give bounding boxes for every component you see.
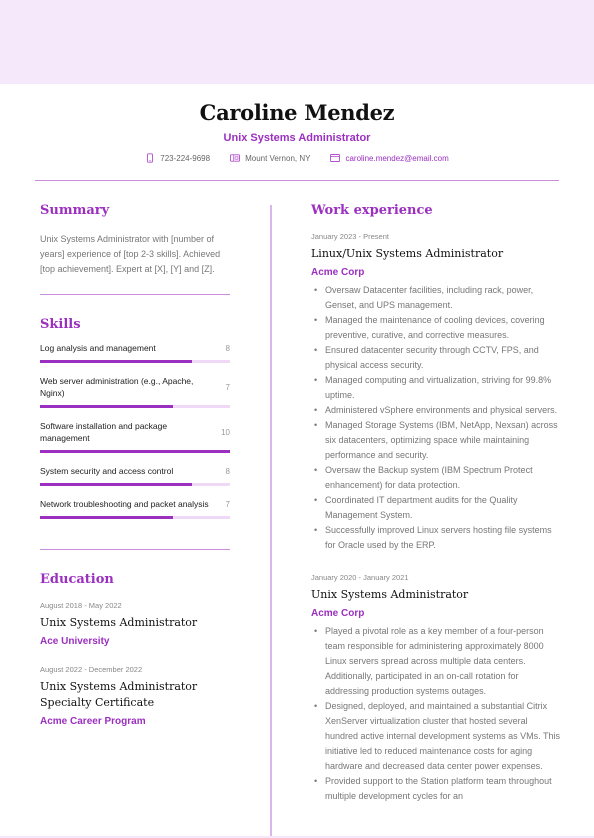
work-date: January 2023 - Present (311, 232, 389, 241)
education-entry: August 2022 - December 2022 Unix Systems… (40, 665, 230, 727)
education-degree: Unix Systems Administrator (40, 616, 198, 629)
work-bullet: Managed the maintenance of cooling devic… (311, 313, 561, 343)
work-bullet: Managed computing and virtualization, st… (311, 373, 561, 403)
skill-bar-fill (40, 450, 230, 453)
work-bullet: Designed, deployed, and maintained a sub… (311, 699, 561, 774)
right-column: Work experience January 2023 - Present L… (311, 203, 561, 804)
skills-list: Log analysis and management 8 Web server … (40, 342, 230, 519)
phone-number: 723-224-9698 (160, 153, 211, 163)
work-bullet: Coordinated IT department audits for the… (311, 493, 561, 523)
skill-name: Network troubleshooting and packet analy… (40, 499, 209, 509)
work-bullet: Provided support to the Station platform… (311, 774, 561, 804)
skill-bar (40, 405, 230, 408)
summary-heading: Summary (40, 203, 110, 218)
summary-text: Unix Systems Administrator with [number … (40, 234, 221, 274)
work-company: Acme Corp (311, 608, 365, 619)
work-bullet: Successfully improved Linux servers host… (311, 523, 561, 553)
skill-item: Web server administration (e.g., Apache,… (40, 375, 230, 408)
phone-icon (147, 153, 154, 163)
work-company: Acme Corp (311, 267, 365, 278)
work-heading: Work experience (311, 203, 433, 218)
work-role: Unix Systems Administrator (311, 588, 469, 601)
skill-bar (40, 360, 230, 363)
skill-level: 8 (225, 343, 230, 353)
education-school: Acme Career Program (40, 716, 146, 727)
skill-bar-fill (40, 405, 173, 408)
skills-heading: Skills (40, 317, 81, 332)
location: Mount Vernon, NY (245, 153, 311, 163)
candidate-name: Caroline Mendez (199, 100, 395, 125)
work-entry: January 2023 - Present Linux/Unix System… (311, 232, 561, 553)
education-section: Education August 2018 - May 2022 Unix Sy… (40, 572, 230, 727)
work-date: January 2020 - January 2021 (311, 573, 409, 582)
work-bullets: Played a pivotal role as a key member of… (311, 624, 561, 804)
candidate-title: Unix Systems Administrator (223, 132, 371, 144)
skill-name: Log analysis and management (40, 343, 156, 353)
skill-level: 7 (225, 382, 230, 392)
work-bullet: Played a pivotal role as a key member of… (311, 624, 561, 699)
skill-item: Log analysis and management 8 (40, 342, 230, 363)
envelope-icon (330, 154, 341, 162)
skill-item: Network troubleshooting and packet analy… (40, 498, 230, 519)
address-card-icon (230, 154, 241, 162)
header-divider (35, 180, 559, 181)
column-divider (270, 205, 272, 838)
contact-email[interactable]: caroline.mendez@email.com (330, 153, 449, 163)
skill-level: 7 (225, 499, 230, 509)
section-divider (40, 549, 230, 550)
skill-bar-fill (40, 483, 192, 486)
contact-phone: 723-224-9698 (145, 153, 210, 163)
summary-section: Summary Unix Systems Administrator with … (40, 203, 230, 295)
education-degree: Unix Systems Administrator Specialty Cer… (40, 680, 198, 709)
skill-item: Software installation and package manage… (40, 420, 230, 453)
education-school: Ace University (40, 636, 110, 647)
skill-name: Web server administration (e.g., Apache,… (40, 376, 194, 398)
work-bullet: Managed Storage Systems (IBM, NetApp, Ne… (311, 418, 561, 463)
skill-bar (40, 483, 230, 486)
skill-name: Software installation and package manage… (40, 421, 168, 443)
work-bullets: Oversaw Datacenter facilities, including… (311, 283, 561, 553)
contact-location: Mount Vernon, NY (230, 153, 310, 163)
skill-bar-fill (40, 516, 173, 519)
header-band (0, 0, 594, 84)
education-date: August 2018 - May 2022 (40, 601, 122, 610)
skills-section: Skills Log analysis and management 8 Web … (40, 317, 230, 550)
resume-header: Caroline Mendez Unix Systems Administrat… (0, 84, 594, 163)
work-bullet: Oversaw the Backup system (IBM Spectrum … (311, 463, 561, 493)
skill-item: System security and access control 8 (40, 465, 230, 486)
email-link[interactable]: caroline.mendez@email.com (345, 154, 448, 163)
education-date: August 2022 - December 2022 (40, 665, 143, 674)
education-entry: August 2018 - May 2022 Unix Systems Admi… (40, 601, 230, 647)
skill-bar (40, 516, 230, 519)
work-entry: January 2020 - January 2021 Unix Systems… (311, 573, 561, 804)
skill-name: System security and access control (40, 466, 174, 476)
contact-info: 723-224-9698 Mount Vernon, NY caroline.m… (0, 153, 594, 163)
skill-bar-fill (40, 360, 192, 363)
skill-level: 8 (225, 466, 230, 476)
work-role: Linux/Unix Systems Administrator (311, 247, 504, 260)
work-bullet: Oversaw Datacenter facilities, including… (311, 283, 561, 313)
education-heading: Education (40, 572, 114, 587)
left-column: Summary Unix Systems Administrator with … (40, 203, 230, 727)
work-bullet: Ensured datacenter security through CCTV… (311, 343, 561, 373)
section-divider (40, 294, 230, 295)
skill-level: 10 (221, 427, 230, 437)
work-bullet: Administered vSphere environments and ph… (311, 403, 561, 418)
skill-bar (40, 450, 230, 453)
